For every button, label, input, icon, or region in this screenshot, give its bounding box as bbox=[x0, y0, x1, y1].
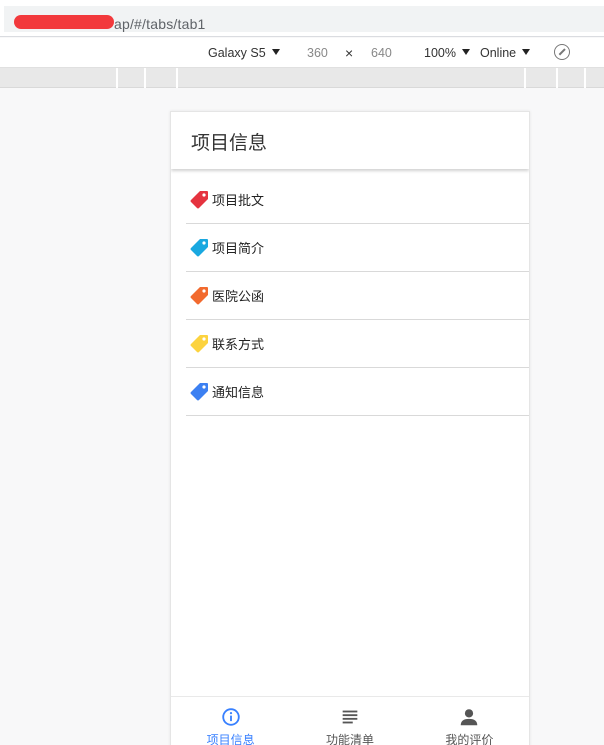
caret-down-icon bbox=[271, 49, 280, 55]
list-item-label: 项目简介 bbox=[212, 242, 265, 257]
tag-icon bbox=[190, 334, 208, 352]
tag-shape bbox=[190, 382, 208, 400]
list-item[interactable]: 联系方式 bbox=[186, 320, 529, 368]
width-input[interactable]: 360 bbox=[307, 46, 328, 60]
tab-my-evaluation[interactable]: 我的评价 bbox=[410, 697, 529, 745]
device-viewport: 项目信息 项目批文 项目简介 医院公函 联系方式 通知信息 项目信息 功能清单 … bbox=[170, 111, 530, 745]
device-select[interactable]: Galaxy S5 bbox=[208, 46, 280, 60]
info-circle-icon bbox=[221, 708, 240, 726]
tab-project-info[interactable]: 项目信息 bbox=[171, 697, 290, 745]
dimension-separator: × bbox=[345, 45, 354, 61]
tag-shape bbox=[190, 286, 208, 304]
app-header: 项目信息 bbox=[171, 112, 529, 169]
info-list: 项目批文 项目简介 医院公函 联系方式 通知信息 bbox=[186, 176, 529, 416]
list-item[interactable]: 通知信息 bbox=[186, 368, 529, 416]
tag-shape bbox=[190, 190, 208, 208]
url-text: ap/#/tabs/tab1 bbox=[114, 16, 206, 32]
browser-address-bar: ap/#/tabs/tab1 bbox=[0, 0, 604, 37]
caret-down-icon bbox=[522, 49, 531, 55]
tab-feature-list[interactable]: 功能清单 bbox=[290, 697, 409, 745]
bottom-tab-bar: 项目信息 功能清单 我的评价 bbox=[171, 696, 529, 745]
network-select[interactable]: Online bbox=[480, 46, 531, 60]
tag-shape bbox=[190, 238, 208, 256]
tag-shape bbox=[190, 334, 208, 352]
height-input[interactable]: 640 bbox=[371, 46, 392, 60]
list-item-label: 联系方式 bbox=[212, 338, 265, 353]
person-icon bbox=[461, 709, 478, 726]
list-item-label: 项目批文 bbox=[212, 194, 265, 209]
page-title: 项目信息 bbox=[191, 132, 268, 154]
list-item-label: 医院公函 bbox=[212, 290, 265, 305]
list-item-label: 通知信息 bbox=[212, 386, 265, 401]
tag-icon bbox=[190, 382, 208, 400]
list-item[interactable]: 医院公函 bbox=[186, 272, 529, 320]
tag-icon bbox=[190, 286, 208, 304]
list-item[interactable]: 项目简介 bbox=[186, 224, 529, 272]
tag-icon bbox=[190, 190, 208, 208]
device-toolbar: Galaxy S5 360 × 640 100% Online bbox=[0, 38, 604, 68]
media-query-ruler bbox=[0, 68, 604, 88]
tab-label: 我的评价 bbox=[445, 733, 494, 745]
rotate-icon[interactable] bbox=[554, 44, 570, 60]
zoom-select[interactable]: 100% bbox=[424, 46, 470, 60]
tag-icon bbox=[190, 238, 208, 256]
list-lines-icon bbox=[342, 710, 358, 724]
redacted-url-mark bbox=[14, 15, 114, 29]
tab-label: 项目信息 bbox=[206, 733, 255, 745]
url-field[interactable]: ap/#/tabs/tab1 bbox=[4, 6, 604, 32]
list-item[interactable]: 项目批文 bbox=[186, 176, 529, 224]
tab-label: 功能清单 bbox=[325, 733, 374, 745]
caret-down-icon bbox=[461, 49, 470, 55]
